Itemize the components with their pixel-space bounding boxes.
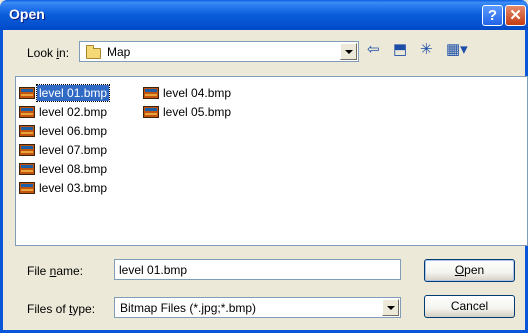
look-in-dropdown[interactable]: Map (79, 41, 359, 62)
help-icon: ? (487, 7, 498, 24)
help-button[interactable]: ? (482, 5, 503, 26)
file-name-label: File name: (27, 264, 84, 278)
bitmap-file-icon (19, 163, 35, 175)
chevron-down-icon[interactable] (382, 299, 399, 316)
view-menu-icon[interactable]: ▦▾ (446, 41, 468, 59)
bitmap-file-icon (143, 106, 159, 118)
file-type-value: Bitmap Files (*.jpg;*.bmp) (120, 301, 257, 315)
file-name-input[interactable] (115, 260, 400, 279)
window-title: Open (9, 6, 45, 22)
folder-icon (86, 45, 101, 59)
close-icon: ✕ (509, 7, 522, 24)
title-bar[interactable]: Open ? ✕ (0, 0, 528, 30)
new-folder-icon[interactable]: ✳ (420, 41, 433, 59)
bitmap-file-icon (19, 182, 35, 194)
file-name: level 07.bmp (39, 143, 108, 157)
file-name: level 06.bmp (39, 124, 108, 138)
file-type-dropdown[interactable]: Bitmap Files (*.jpg;*.bmp) (114, 297, 401, 318)
chevron-down-icon[interactable] (340, 43, 357, 60)
file-type-label: Files of type: (27, 302, 96, 316)
file-list[interactable]: level 01.bmp level 02.bmp level 06.bmp l… (15, 76, 528, 246)
open-button[interactable]: Open (424, 259, 515, 282)
cancel-button[interactable]: Cancel (424, 295, 515, 318)
bitmap-file-icon (19, 106, 35, 118)
bitmap-file-icon (19, 125, 35, 137)
window-frame-left (0, 30, 3, 333)
file-name: level 03.bmp (39, 181, 108, 195)
bitmap-file-icon (143, 87, 159, 99)
look-in-value: Map (107, 45, 131, 59)
file-name: level 05.bmp (163, 105, 232, 119)
up-folder-icon[interactable]: ⬒ (393, 41, 407, 59)
file-name: level 02.bmp (39, 105, 108, 119)
back-icon[interactable]: ⇦ (367, 41, 380, 59)
close-button[interactable]: ✕ (505, 5, 526, 26)
look-in-label: Look in: (27, 46, 70, 60)
file-name: level 04.bmp (163, 86, 232, 100)
file-name: level 08.bmp (39, 162, 108, 176)
bitmap-file-icon (19, 87, 35, 99)
file-name-field[interactable] (114, 259, 401, 280)
file-name: level 01.bmp (35, 84, 111, 102)
bitmap-file-icon (19, 144, 35, 156)
